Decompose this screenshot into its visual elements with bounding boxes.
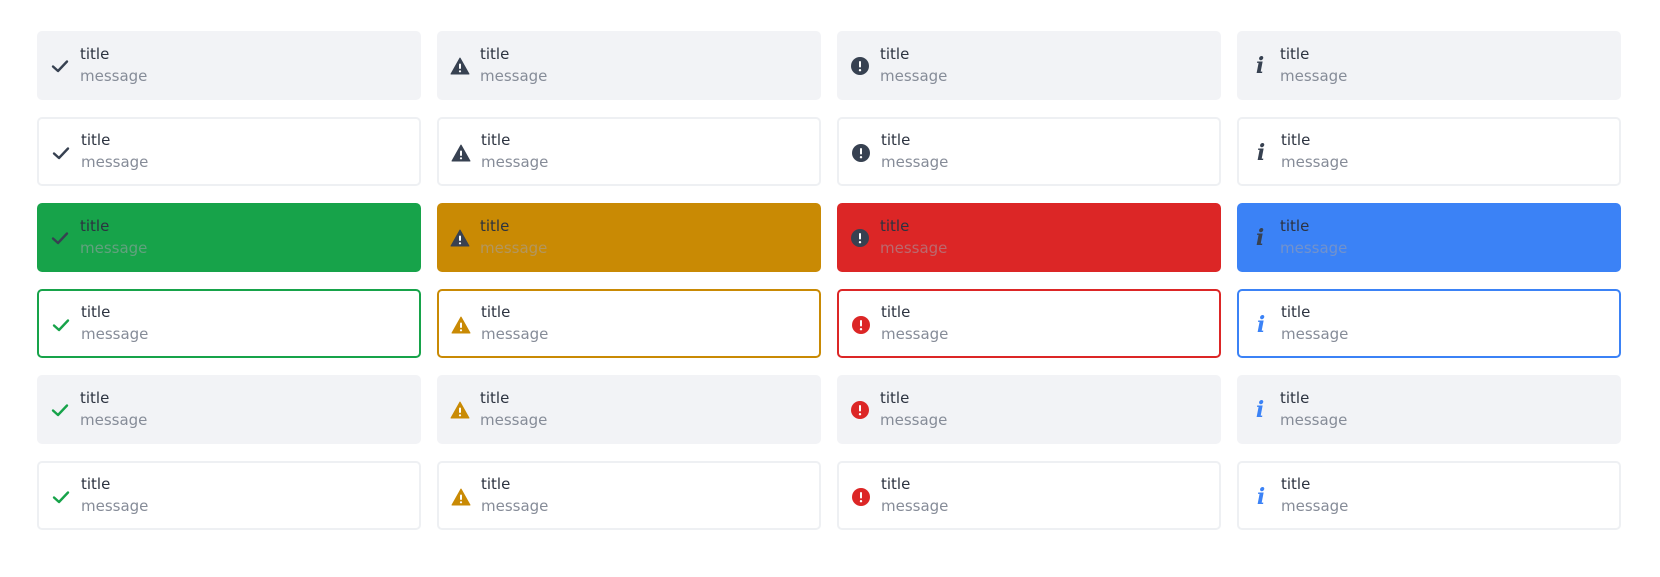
- alert-title: title: [880, 389, 910, 407]
- alert-message: message: [1280, 239, 1348, 257]
- warning-icon: [451, 315, 471, 335]
- alert-outline-color-warning: title message: [437, 289, 821, 358]
- alert-message: message: [881, 153, 949, 171]
- alert-title: title: [1280, 45, 1310, 63]
- error-icon: [850, 56, 870, 76]
- alert-title: title: [1281, 131, 1311, 149]
- alert-title: title: [1280, 217, 1310, 235]
- alert-soft-neutral-warning: title message: [437, 31, 821, 100]
- alert-message: message: [880, 67, 948, 85]
- check-icon: [51, 143, 71, 163]
- alert-message: message: [1280, 67, 1348, 85]
- error-icon: [850, 228, 870, 248]
- alert-message: message: [880, 411, 948, 429]
- info-icon: i: [1256, 140, 1266, 166]
- alert-title: title: [880, 217, 910, 235]
- alert-outline-color-success: title message: [37, 289, 421, 358]
- alert-outline-neutral-color-icon-error: title message: [837, 461, 1221, 530]
- alert-solid-warning: title message: [437, 203, 821, 272]
- alert-outline-neutral-color-icon-success: title message: [37, 461, 421, 530]
- alert-soft-color-warning: title message: [437, 375, 821, 444]
- alert-title: title: [80, 217, 110, 235]
- alert-message: message: [481, 325, 549, 343]
- alert-title: title: [1281, 303, 1311, 321]
- alert-outline-neutral-color-icon-warning: title message: [437, 461, 821, 530]
- error-icon: [851, 487, 871, 507]
- alert-title: title: [1280, 389, 1310, 407]
- alert-soft-color-error: title message: [837, 375, 1221, 444]
- alert-title: title: [481, 131, 511, 149]
- alert-title: title: [481, 475, 511, 493]
- alert-message: message: [881, 325, 949, 343]
- alert-message: message: [80, 239, 148, 257]
- check-icon: [51, 315, 71, 335]
- alert-message: message: [81, 325, 149, 343]
- alert-soft-color-info: i title message: [1237, 375, 1621, 444]
- check-icon: [51, 487, 71, 507]
- alert-title: title: [881, 475, 911, 493]
- alert-soft-neutral-error: title message: [837, 31, 1221, 100]
- alert-message: message: [80, 411, 148, 429]
- alert-title: title: [81, 303, 111, 321]
- alert-title: title: [1281, 475, 1311, 493]
- alert-title: title: [480, 389, 510, 407]
- alert-title: title: [481, 303, 511, 321]
- alert-title: title: [81, 131, 111, 149]
- alert-solid-info: i title message: [1237, 203, 1621, 272]
- alert-solid-error: title message: [837, 203, 1221, 272]
- alerts-grid: title message title message title message i tit…: [37, 31, 1623, 530]
- alert-soft-color-success: title message: [37, 375, 421, 444]
- warning-icon: [450, 228, 470, 248]
- error-icon: [851, 315, 871, 335]
- warning-icon: [451, 143, 471, 163]
- alert-message: message: [480, 67, 548, 85]
- info-icon: i: [1255, 53, 1265, 79]
- alert-message: message: [480, 411, 548, 429]
- alert-soft-neutral-success: title message: [37, 31, 421, 100]
- alert-message: message: [481, 153, 549, 171]
- alert-outline-neutral-success: title message: [37, 117, 421, 186]
- info-icon: i: [1255, 225, 1265, 251]
- alert-title: title: [881, 303, 911, 321]
- alert-message: message: [81, 497, 149, 515]
- alert-title: title: [881, 131, 911, 149]
- alert-message: message: [1281, 153, 1349, 171]
- alert-outline-color-error: title message: [837, 289, 1221, 358]
- alert-message: message: [480, 239, 548, 257]
- alert-message: message: [1280, 411, 1348, 429]
- alert-outline-color-info: i title message: [1237, 289, 1621, 358]
- check-icon: [50, 400, 70, 420]
- alert-message: message: [881, 497, 949, 515]
- alert-solid-success: title message: [37, 203, 421, 272]
- warning-icon: [451, 487, 471, 507]
- check-icon: [50, 228, 70, 248]
- alert-soft-neutral-info: i title message: [1237, 31, 1621, 100]
- check-icon: [50, 56, 70, 76]
- alert-title: title: [80, 389, 110, 407]
- info-icon: i: [1255, 397, 1265, 423]
- warning-icon: [450, 56, 470, 76]
- alert-outline-neutral-color-icon-info: i title message: [1237, 461, 1621, 530]
- alert-outline-neutral-error: title message: [837, 117, 1221, 186]
- alert-message: message: [880, 239, 948, 257]
- alert-title: title: [880, 45, 910, 63]
- alert-title: title: [80, 45, 110, 63]
- warning-icon: [450, 400, 470, 420]
- error-icon: [850, 400, 870, 420]
- info-icon: i: [1256, 484, 1266, 510]
- alert-message: message: [80, 67, 148, 85]
- info-icon: i: [1256, 312, 1266, 338]
- alert-message: message: [1281, 497, 1349, 515]
- alert-message: message: [81, 153, 149, 171]
- alert-message: message: [1281, 325, 1349, 343]
- alert-title: title: [480, 45, 510, 63]
- error-icon: [851, 143, 871, 163]
- alert-title: title: [480, 217, 510, 235]
- alert-message: message: [481, 497, 549, 515]
- alert-title: title: [81, 475, 111, 493]
- alert-outline-neutral-info: i title message: [1237, 117, 1621, 186]
- alert-outline-neutral-warning: title message: [437, 117, 821, 186]
